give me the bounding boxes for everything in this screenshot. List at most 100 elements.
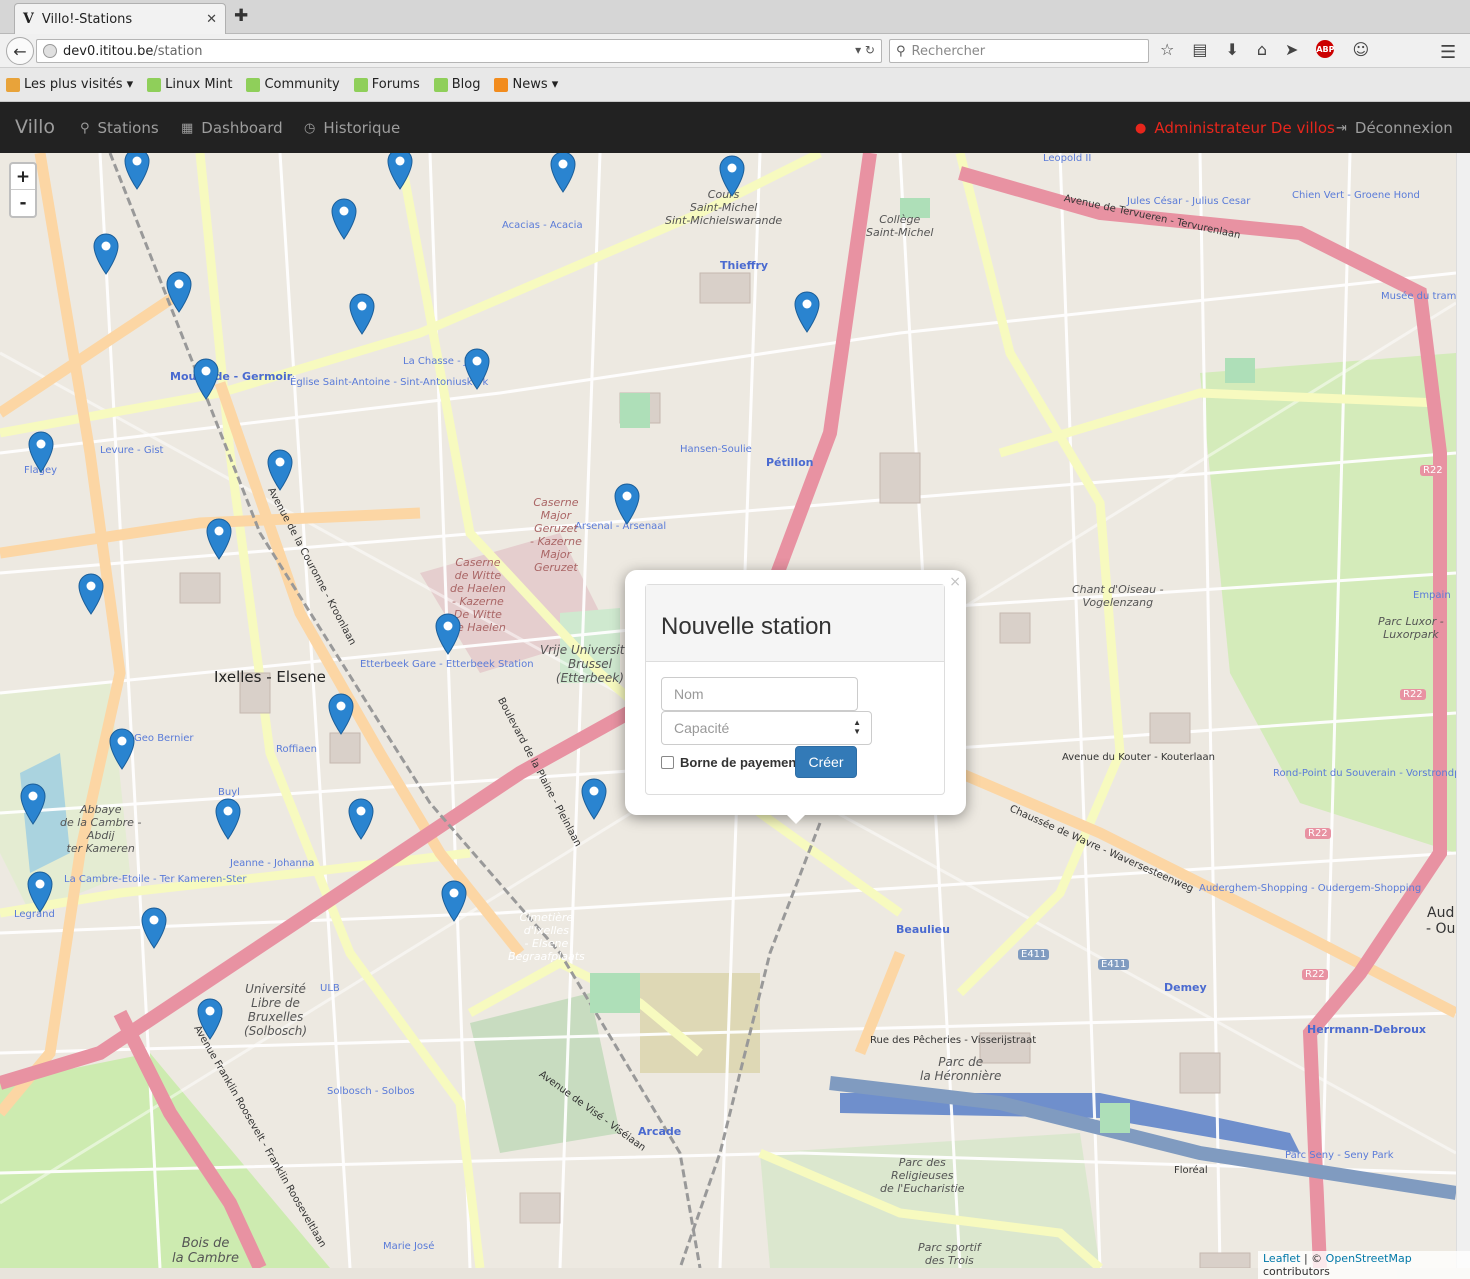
map-label-cimetiere: Cimetière d'Ixelles - Elsene Begraafplaa…: [508, 911, 585, 963]
clock-icon: ◷: [304, 120, 316, 136]
map-label-geo-bernier: Geo Bernier: [134, 733, 194, 744]
chat-icon[interactable]: ☺: [1352, 40, 1369, 59]
mint-icon: [353, 77, 368, 92]
station-marker-icon[interactable]: [28, 431, 54, 473]
station-marker-icon[interactable]: [197, 998, 223, 1040]
map-label-r22-d: R22: [1302, 969, 1328, 980]
number-spinner-icon[interactable]: ▲ ▼: [853, 718, 861, 736]
bookmark-blog[interactable]: Blog: [433, 77, 480, 92]
page-scrollbar[interactable]: [1456, 153, 1470, 1268]
station-marker-icon[interactable]: [27, 871, 53, 913]
leaflet-link[interactable]: Leaflet: [1263, 1252, 1300, 1265]
adblock-icon[interactable]: ABP: [1316, 40, 1335, 58]
map-label-thieffry: Thieffry: [720, 259, 769, 272]
map-label-demey: Demey: [1164, 981, 1207, 994]
map-label-religieuses: Parc des Religieuses de l'Eucharistie: [880, 1156, 965, 1195]
hamburger-menu-icon[interactable]: ☰: [1440, 42, 1456, 63]
bookmark-most-visited[interactable]: Les plus visités ▾: [6, 77, 133, 92]
map-label-beaulieu: Beaulieu: [896, 923, 950, 936]
station-marker-icon[interactable]: [141, 907, 167, 949]
station-marker-icon[interactable]: [435, 613, 461, 655]
url-bar[interactable]: dev0.ititou.be /station ▾ ↻: [36, 39, 882, 63]
map-label-heronniere: Parc de la Héronnière: [920, 1055, 1002, 1083]
tab-close-icon[interactable]: ✕: [206, 12, 217, 27]
station-marker-icon[interactable]: [20, 783, 46, 825]
map-label-musee-tram: Musée du tram: [1381, 291, 1456, 302]
station-marker-icon[interactable]: [215, 798, 241, 840]
send-icon[interactable]: ➤: [1285, 40, 1298, 59]
map-label-auderghem-edge: Aud - Ou: [1426, 905, 1456, 937]
payment-terminal-label: Borne de payement: [680, 755, 801, 770]
zoom-out-button[interactable]: -: [11, 190, 35, 216]
map-label-hansen-soulie: Hansen-Soulie: [680, 444, 752, 455]
new-tab-icon[interactable]: ✚: [234, 6, 248, 26]
new-station-popup: × Nouvelle station Nom Capacité ▲ ▼ Borne…: [625, 570, 966, 824]
station-marker-icon[interactable]: [719, 155, 745, 197]
map-label-jules-cesar: Jules César - Julius Cesar: [1127, 196, 1251, 207]
url-host: dev0.ititou.be: [63, 43, 154, 59]
app-navbar: Villo ⚲ Stations ▦ Dashboard ◷ Historique ●…: [0, 102, 1470, 153]
home-icon[interactable]: ⌂: [1257, 40, 1267, 59]
bookmark-star-icon[interactable]: ☆: [1160, 40, 1174, 59]
map-label-pecheries: Rue des Pêcheries - Visserijstraat: [870, 1035, 1037, 1046]
reload-icon[interactable]: ▾ ↻: [855, 43, 875, 57]
payment-terminal-checkbox-row[interactable]: Borne de payement: [661, 755, 801, 770]
station-marker-icon[interactable]: [348, 798, 374, 840]
station-marker-icon[interactable]: [267, 449, 293, 491]
nav-stations[interactable]: ⚲ Stations: [80, 119, 159, 137]
map-label-college: Collège Saint-Michel: [866, 213, 934, 239]
map-label-ulb: Université Libre de Bruxelles (Solbosch): [244, 982, 308, 1038]
station-marker-icon[interactable]: [328, 693, 354, 735]
station-marker-icon[interactable]: [193, 358, 219, 400]
map-label-empain: Empain: [1413, 590, 1451, 601]
map-label-acacias: Acacias - Acacia: [502, 220, 583, 231]
map-label-buyl: Buyl: [218, 787, 240, 798]
map-label-mouterde-germoir: Mouterde - Germoir: [170, 370, 293, 383]
nav-logout[interactable]: ⇥ Déconnexion: [1336, 119, 1453, 137]
station-marker-icon[interactable]: [331, 198, 357, 240]
map-label-e411-a: E411: [1018, 949, 1050, 960]
map-label-caserne-geruzet: Caserne Major Geruzet - Kazerne Major Ge…: [530, 496, 582, 574]
mint-icon: [433, 77, 448, 92]
station-marker-icon[interactable]: [78, 573, 104, 615]
station-marker-icon[interactable]: [387, 153, 413, 190]
zoom-in-button[interactable]: +: [11, 164, 35, 190]
nav-dashboard[interactable]: ▦ Dashboard: [181, 119, 283, 137]
station-marker-icon[interactable]: [206, 518, 232, 560]
station-marker-icon[interactable]: [464, 348, 490, 390]
osm-link[interactable]: OpenStreetMap: [1326, 1252, 1412, 1265]
bookmark-news[interactable]: News ▾: [494, 77, 558, 92]
station-marker-icon[interactable]: [93, 233, 119, 275]
user-icon: ●: [1135, 120, 1147, 136]
map-attribution: Leaflet | © OpenStreetMap contributors: [1258, 1251, 1470, 1279]
bookmark-community[interactable]: Community: [246, 77, 340, 92]
station-name-input[interactable]: Nom: [661, 677, 858, 711]
new-station-panel: Nouvelle station Nom Capacité ▲ ▼ Borne d…: [645, 584, 945, 795]
download-icon[interactable]: ⬇: [1225, 40, 1238, 59]
station-marker-icon[interactable]: [124, 153, 150, 190]
reading-list-icon[interactable]: ▤: [1192, 40, 1207, 59]
map-label-parc-seny: Parc Seny - Seny Park: [1285, 1150, 1394, 1161]
nav-historique[interactable]: ◷ Historique: [304, 119, 400, 137]
station-marker-icon[interactable]: [614, 483, 640, 525]
station-marker-icon[interactable]: [441, 880, 467, 922]
nav-admin-user[interactable]: ● Administrateur De villos: [1135, 119, 1335, 137]
payment-terminal-checkbox[interactable]: [661, 756, 674, 769]
brand-link[interactable]: Villo: [15, 116, 55, 138]
popup-close-button[interactable]: ×: [949, 574, 961, 590]
station-marker-icon[interactable]: [550, 153, 576, 193]
create-station-button[interactable]: Créer: [795, 746, 857, 778]
station-marker-icon[interactable]: [166, 271, 192, 313]
station-capacity-input[interactable]: Capacité ▲ ▼: [661, 711, 872, 745]
map-label-kouter: Avenue du Kouter - Kouterlaan: [1062, 752, 1215, 763]
station-marker-icon[interactable]: [349, 293, 375, 335]
bookmark-linux-mint[interactable]: Linux Mint: [147, 77, 232, 92]
bookmark-forums[interactable]: Forums: [353, 77, 420, 92]
station-marker-icon[interactable]: [581, 778, 607, 820]
browser-tab[interactable]: V Villo!-Stations ✕: [14, 3, 226, 34]
map-label-r22-b: R22: [1400, 689, 1426, 700]
search-bar[interactable]: ⚲ Rechercher: [889, 39, 1149, 63]
back-arrow-icon[interactable]: ←: [6, 37, 34, 65]
station-marker-icon[interactable]: [109, 728, 135, 770]
station-marker-icon[interactable]: [794, 291, 820, 333]
